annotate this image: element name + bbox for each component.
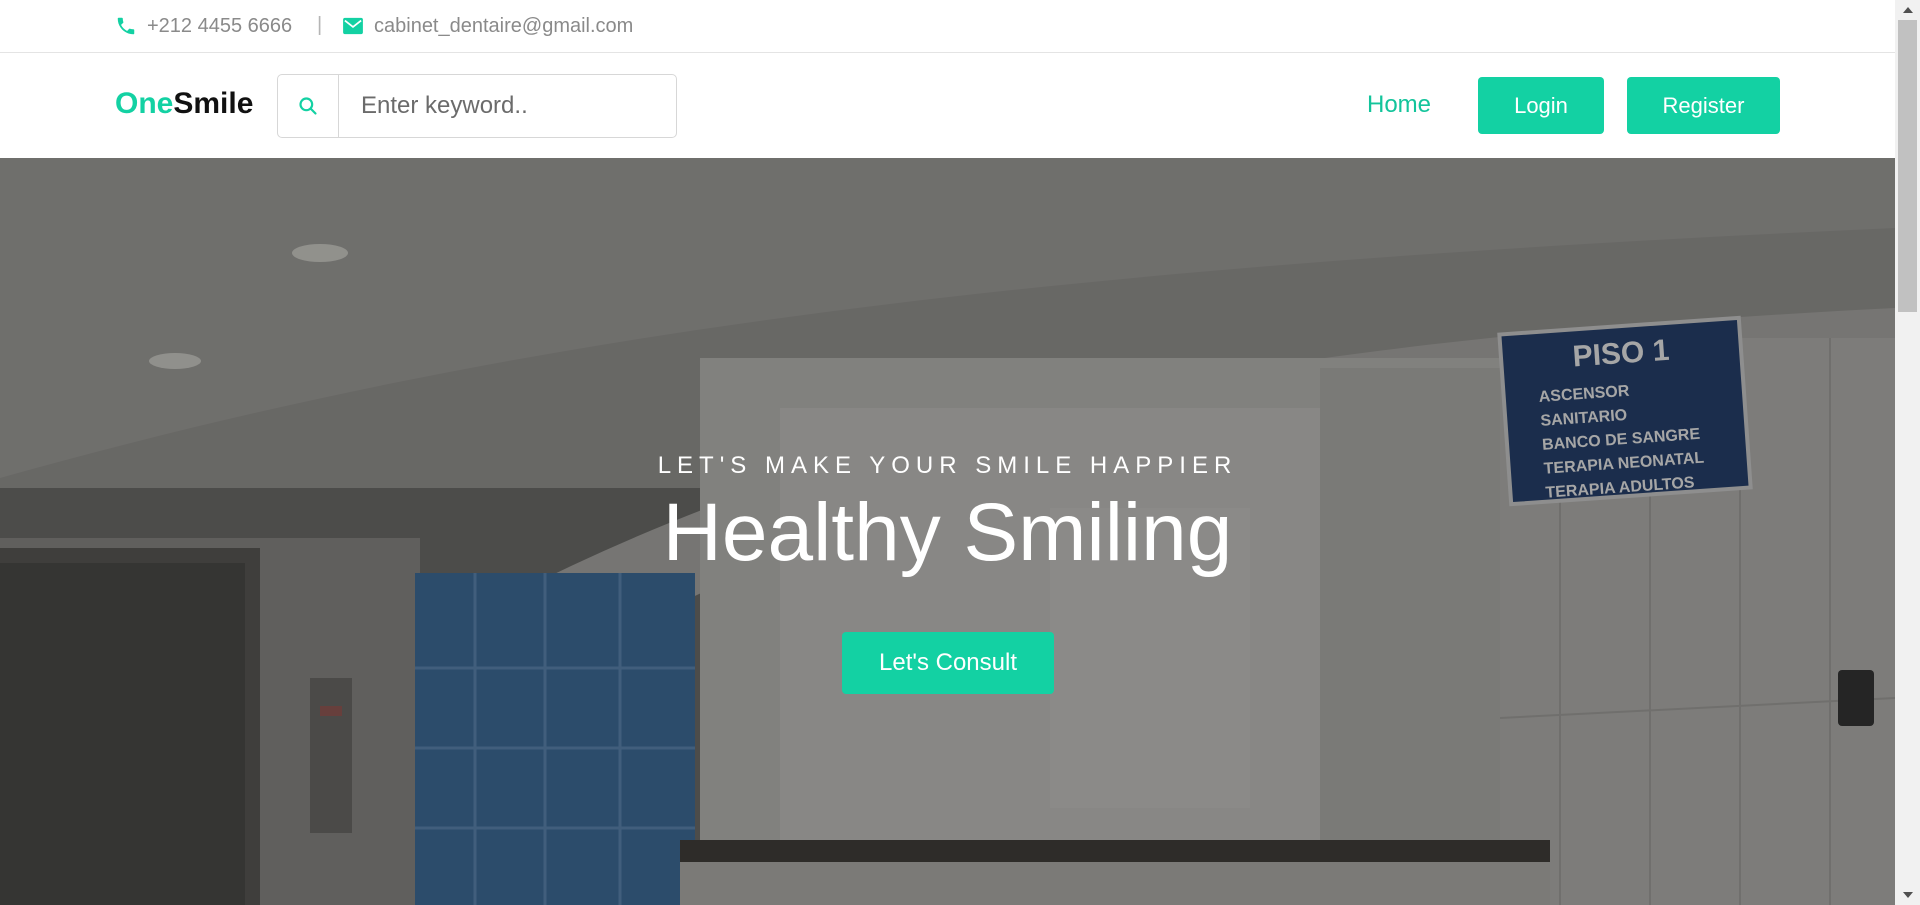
search-icon (299, 97, 317, 115)
brand-accent: One (115, 87, 174, 120)
top-info-bar: +212 4455 6666 | cabinet_dentaire@gmail.… (0, 0, 1895, 53)
search-button[interactable] (278, 75, 339, 137)
scroll-up-arrow[interactable] (1895, 0, 1920, 20)
search-input[interactable] (339, 75, 676, 137)
main-navbar: OneSmile Home Login Register (0, 53, 1895, 158)
page-scrollbar[interactable] (1895, 0, 1920, 905)
contact-separator: | (317, 14, 323, 36)
chevron-up-icon (1902, 7, 1913, 13)
phone-icon (117, 17, 135, 35)
scrollbar-thumb[interactable] (1898, 20, 1917, 312)
brand-rest: Smile (173, 87, 254, 120)
scroll-down-arrow[interactable] (1895, 885, 1920, 905)
nav-home-link[interactable]: Home (1367, 91, 1431, 119)
hero-title: Healthy Smiling (662, 487, 1233, 578)
brand-logo[interactable]: OneSmile (115, 87, 253, 121)
chevron-down-icon (1902, 892, 1913, 898)
phone-number: +212 4455 6666 (147, 14, 293, 37)
contact-email[interactable]: cabinet_dentaire@gmail.com (342, 0, 633, 52)
register-button[interactable]: Register (1627, 77, 1780, 134)
login-button[interactable]: Login (1478, 77, 1604, 134)
hero-section: PISO 1 ASCENSOR SANITARIO BANCO DE SANGR… (0, 158, 1895, 905)
email-address: cabinet_dentaire@gmail.com (374, 14, 634, 37)
contact-phone[interactable]: +212 4455 6666 (115, 0, 292, 52)
consult-button[interactable]: Let's Consult (842, 632, 1054, 694)
search-box (277, 74, 677, 138)
hero-subtitle: LET'S MAKE YOUR SMILE HAPPIER (657, 452, 1238, 479)
mail-icon (343, 17, 363, 35)
